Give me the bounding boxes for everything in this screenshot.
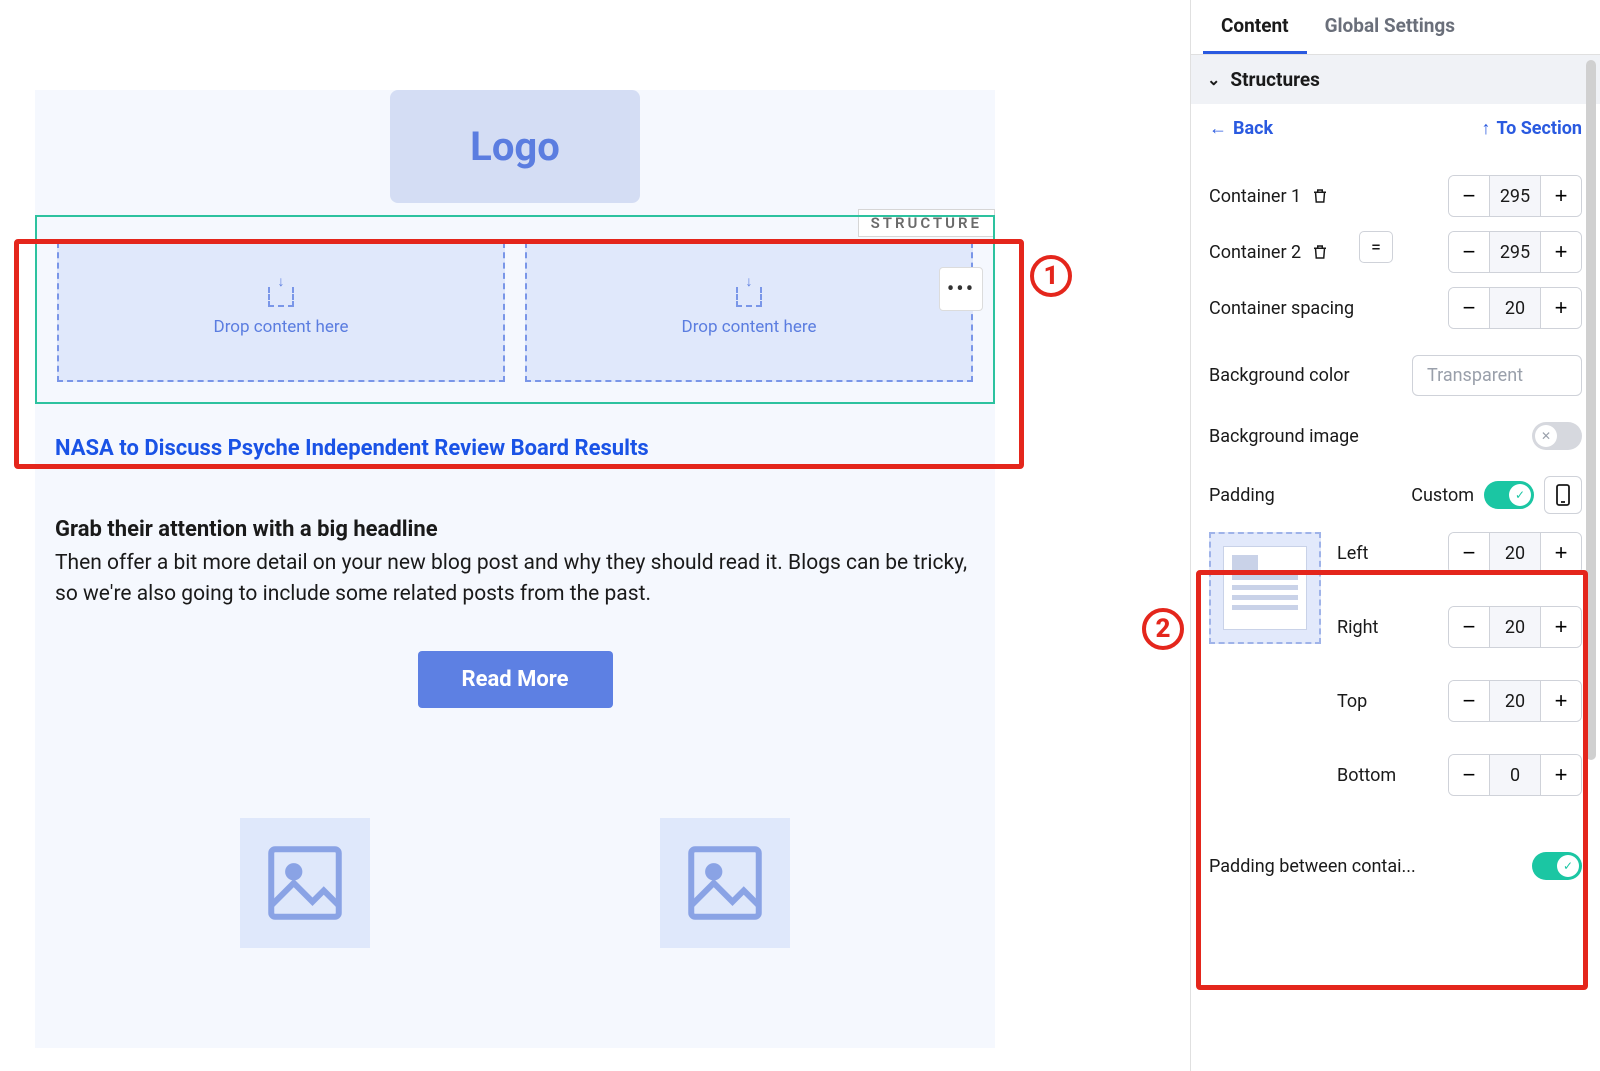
padding-left-row: Left − 20 + [1337,532,1582,574]
logo-text: Logo [470,123,560,170]
padding-left-label: Left [1337,543,1397,564]
image-placeholder-1[interactable] [240,818,370,948]
panel-body: Container 1 − 295 + = Container 2 − 295 … [1191,153,1600,828]
padding-label: Padding [1209,485,1401,506]
toggle-knob: ✓ [1557,855,1579,877]
padding-controls: Left − 20 + Right − 20 + [1209,532,1582,828]
increment-button[interactable]: + [1541,680,1581,722]
padding-top-row: Top − 20 + [1337,680,1582,722]
container-spacing-row: Container spacing − 20 + [1209,287,1582,329]
padding-bottom-stepper[interactable]: − 0 + [1448,754,1582,796]
padding-side-rows: Left − 20 + Right − 20 + [1337,532,1582,828]
decrement-button[interactable]: − [1449,606,1489,648]
decrement-button[interactable]: − [1449,680,1489,722]
annotation-badge-2: 2 [1142,608,1184,650]
sidebar-tabs: Content Global Settings [1191,0,1600,55]
decrement-button[interactable]: − [1449,754,1489,796]
decrement-button[interactable]: − [1449,175,1489,217]
background-image-toggle[interactable]: ✕ [1532,422,1582,450]
padding-preview [1209,532,1321,644]
padding-custom-toggle[interactable]: ✓ [1484,481,1534,509]
decrement-button[interactable]: − [1449,532,1489,574]
container-1-width-stepper[interactable]: − 295 + [1448,175,1582,217]
read-more-button[interactable]: Read More [418,651,613,708]
editor-canvas: Logo STRUCTURE Drop content here Drop co… [0,0,1180,1071]
container-1-row: Container 1 − 295 + [1209,175,1582,217]
container-2-width-value[interactable]: 295 [1489,231,1541,273]
arrow-up-icon: ↑ [1481,118,1490,139]
tab-global-settings[interactable]: Global Settings [1307,0,1473,54]
container-1-label: Container 1 [1209,186,1329,207]
increment-button[interactable]: + [1541,606,1581,648]
background-color-label: Background color [1209,365,1350,386]
trash-icon[interactable] [1311,242,1329,262]
padding-top-stepper[interactable]: − 20 + [1448,680,1582,722]
padding-bottom-label: Bottom [1337,765,1397,786]
container-spacing-stepper[interactable]: − 20 + [1448,287,1582,329]
padding-between-label: Padding between contai... [1209,856,1416,877]
padding-left-stepper[interactable]: − 20 + [1448,532,1582,574]
container-1-width-value[interactable]: 295 [1489,175,1541,217]
arrow-left-icon: ← [1209,118,1227,139]
section-structures[interactable]: ⌄ Structures [1191,55,1600,104]
increment-button[interactable]: + [1541,175,1581,217]
email-template: Logo STRUCTURE Drop content here Drop co… [35,90,995,1048]
image-icon [260,838,350,928]
increment-button[interactable]: + [1541,532,1581,574]
increment-button[interactable]: + [1541,754,1581,796]
equalize-button[interactable]: = [1359,231,1393,263]
padding-bottom-row: Bottom − 0 + [1337,754,1582,796]
padding-right-value[interactable]: 20 [1489,606,1541,648]
article-headline[interactable]: Grab their attention with a big headline [55,517,975,542]
toggle-knob: ✓ [1509,484,1531,506]
padding-header: Padding Custom ✓ [1209,476,1582,514]
section-title-text: Structures [1230,68,1320,91]
annotation-box-1 [14,239,1024,469]
background-color-input[interactable]: Transparent [1412,355,1582,396]
increment-button[interactable]: + [1541,231,1581,273]
padding-right-label: Right [1337,617,1397,638]
chevron-down-icon: ⌄ [1207,70,1220,89]
tab-content[interactable]: Content [1203,0,1307,54]
structure-breadcrumb: ← Back ↑ To Section [1191,104,1600,153]
padding-between-row: Padding between contai... ✓ [1191,828,1600,880]
thumbnail-row [35,818,995,948]
article-body[interactable]: Then offer a bit more detail on your new… [55,548,975,611]
back-label: Back [1233,118,1273,139]
to-section-button[interactable]: ↑ To Section [1481,118,1582,139]
image-placeholder-2[interactable] [660,818,790,948]
container-spacing-label: Container spacing [1209,298,1354,319]
decrement-button[interactable]: − [1449,231,1489,273]
container-2-row: Container 2 − 295 + [1209,231,1582,273]
mobile-icon [1556,484,1570,506]
container-2-width-stepper[interactable]: − 295 + [1448,231,1582,273]
padding-custom-label: Custom [1411,485,1474,506]
padding-section: Padding Custom ✓ Left [1209,476,1582,828]
decrement-button[interactable]: − [1449,287,1489,329]
padding-between-toggle[interactable]: ✓ [1532,852,1582,880]
increment-button[interactable]: + [1541,287,1581,329]
padding-top-value[interactable]: 20 [1489,680,1541,722]
padding-bottom-value[interactable]: 0 [1489,754,1541,796]
padding-right-stepper[interactable]: − 20 + [1448,606,1582,648]
to-section-label: To Section [1496,118,1582,139]
background-color-row: Background color Transparent [1209,355,1582,396]
background-image-row: Background image ✕ [1209,422,1582,450]
sidebar-scrollbar[interactable] [1586,60,1596,760]
padding-right-row: Right − 20 + [1337,606,1582,648]
logo-placeholder[interactable]: Logo [390,90,640,203]
annotation-badge-1: 1 [1030,255,1072,297]
image-icon [680,838,770,928]
mobile-view-button[interactable] [1544,476,1582,514]
container-2-label: Container 2 [1209,242,1329,263]
properties-sidebar: Content Global Settings ⌄ Structures ← Ba… [1190,0,1600,1071]
container-spacing-value[interactable]: 20 [1489,287,1541,329]
trash-icon[interactable] [1311,186,1329,206]
toggle-knob: ✕ [1535,425,1557,447]
padding-left-value[interactable]: 20 [1489,532,1541,574]
padding-top-label: Top [1337,691,1397,712]
background-image-label: Background image [1209,426,1359,447]
back-button[interactable]: ← Back [1209,118,1273,139]
